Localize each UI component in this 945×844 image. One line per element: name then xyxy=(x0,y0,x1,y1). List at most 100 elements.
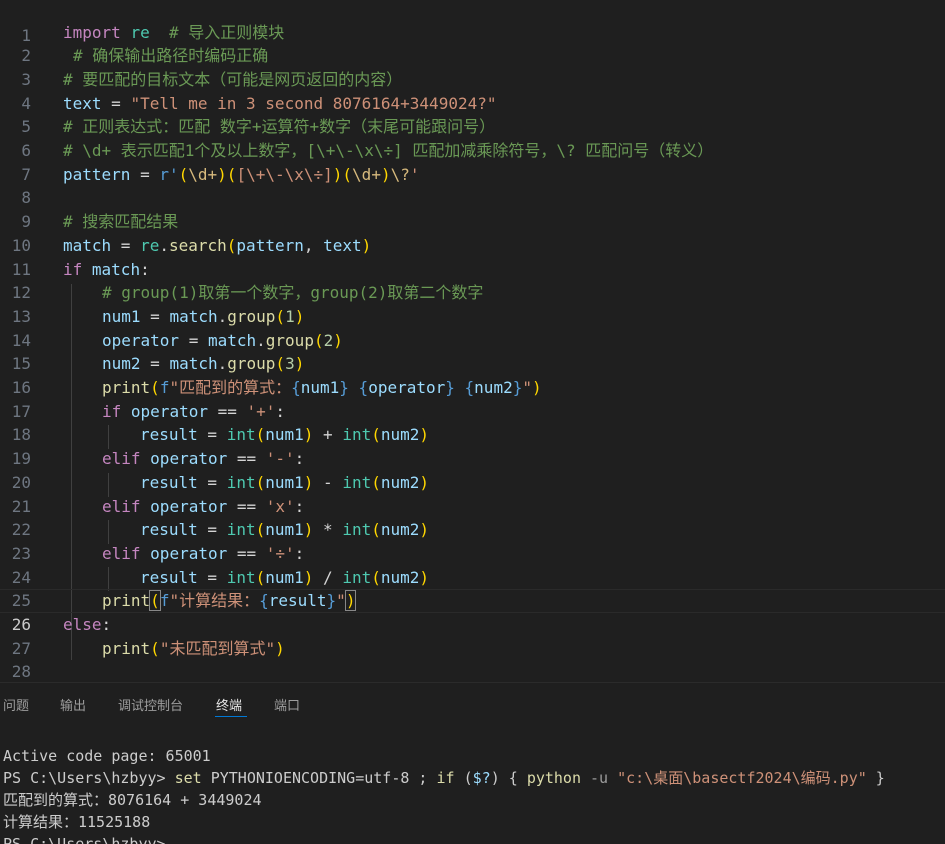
code-line[interactable]: 10 # 搜索匹配结果 xyxy=(0,210,945,255)
variable: num2 xyxy=(380,472,420,492)
terminal-prompt: PS C:\Users\hzbyy> xyxy=(3,769,175,787)
operator-token: : xyxy=(101,615,112,634)
code-line[interactable]: 7 # \d+ 表示匹配1个及以上数字，[\+\-\x\÷] 匹配加减乘除符号，… xyxy=(0,139,945,184)
operator-token: = xyxy=(197,425,227,445)
tab-terminal[interactable]: 终端 xyxy=(216,695,242,714)
code-line[interactable]: 25 result = int(num1) / int(num2) xyxy=(0,566,945,611)
regex-group: ( xyxy=(342,164,353,184)
tab-problems[interactable]: 问题 xyxy=(3,695,29,714)
variable: match xyxy=(207,330,257,350)
regex-group: ) xyxy=(217,164,227,184)
variable: pattern xyxy=(63,164,131,184)
builtin: int xyxy=(342,425,372,445)
code-line[interactable]: 21 result = int(num1) - int(num2) xyxy=(0,471,945,516)
terminal-prompt: PS C:\Users\hzbyy> xyxy=(3,835,166,844)
command: set xyxy=(174,769,202,787)
active-tab-indicator xyxy=(215,716,247,717)
string-literal: ' xyxy=(409,164,420,184)
comment: # 确保输出路径时编码正确 xyxy=(73,46,269,66)
operator-token: : xyxy=(294,543,305,563)
variable: num1 xyxy=(300,378,340,397)
regex-escape: \? xyxy=(390,164,410,184)
string-literal: "Tell me in 3 second 8076164+3449024?" xyxy=(130,93,497,113)
variable: result xyxy=(140,567,198,587)
code-line[interactable]: 20 elif operator == '-': xyxy=(0,447,945,492)
operator-token: * xyxy=(313,520,343,540)
terminal-output: 匹配到的算式：8076164 + 3449024 xyxy=(3,791,262,809)
operator-token: . xyxy=(159,235,169,255)
operator-token: = xyxy=(140,354,170,374)
operator-token: - xyxy=(313,472,343,492)
code-line[interactable]: 9 xyxy=(0,186,945,231)
variable: result xyxy=(140,472,198,492)
bracket-match: ( xyxy=(149,590,161,612)
operator-token: == xyxy=(207,401,247,421)
operator-token: == xyxy=(227,496,266,516)
code-line[interactable]: 24 elif operator == '÷': xyxy=(0,542,945,587)
function-name: print xyxy=(102,638,151,658)
keyword: if xyxy=(63,259,83,279)
bracket: ( xyxy=(226,235,237,255)
code-line[interactable]: 22 elif operator == 'x': xyxy=(0,495,945,540)
code-line[interactable]: 3 # 确保输出路径时编码正确 xyxy=(0,44,945,89)
terminal-line: Active code page: 65001 xyxy=(3,747,211,765)
terminal-command-line: PS C:\Users\hzbyy> set PYTHONIOENCODING=… xyxy=(3,767,885,789)
string-literal: "未匹配到算式" xyxy=(159,638,276,658)
module-name: re xyxy=(140,235,160,255)
code-line[interactable]: 8 pattern = r'(\d+)([\+\-\x\÷])(\d+)\?' xyxy=(0,163,945,208)
variable: num1 xyxy=(102,306,141,326)
code-line[interactable]: 23 result = int(num1) * int(num2) xyxy=(0,518,945,563)
string-literal: '÷' xyxy=(265,543,295,563)
number-literal: 1 xyxy=(285,306,295,326)
command-path: "c:\桌面\basectf2024\编码.py" xyxy=(617,769,867,787)
function-name: group xyxy=(227,354,276,374)
builtin: int xyxy=(342,567,372,587)
tab-debug-console[interactable]: 调试控制台 xyxy=(118,695,183,714)
variable: num1 xyxy=(265,520,304,540)
keyword: else xyxy=(63,615,102,634)
operator-token: : xyxy=(294,496,305,516)
tab-output[interactable]: 输出 xyxy=(60,695,86,714)
operator-token: = xyxy=(111,235,141,255)
code-line[interactable]: 19 result = int(num1) + int(num2) xyxy=(0,423,945,468)
code-line[interactable]: 4 # 要匹配的目标文本（可能是网页返回的内容） xyxy=(0,68,945,113)
tab-ports[interactable]: 端口 xyxy=(274,695,300,714)
code-line[interactable]: 5 text = "Tell me in 3 second 8076164+34… xyxy=(0,92,945,137)
code-line[interactable]: 28 print("未匹配到算式") xyxy=(0,637,945,682)
code-line-current[interactable]: 26 print(f"计算结果：{result}") xyxy=(0,589,945,634)
raw-string-prefix: r' xyxy=(159,164,179,184)
operator-token: = xyxy=(140,306,170,326)
function-name: group xyxy=(265,330,314,350)
code-line[interactable]: 17 print(f"匹配到的算式：{num1} {operator} {num… xyxy=(0,376,945,421)
code-line[interactable]: 6 # 正则表达式：匹配 数字+运算符+数字（末尾可能跟问号） xyxy=(0,115,945,160)
code-line[interactable]: 16 num2 = match.group(3) xyxy=(0,352,945,397)
terminal[interactable]: Active code page: 65001 PS C:\Users\hzby… xyxy=(0,723,945,844)
variable: match xyxy=(63,235,112,255)
code-line[interactable]: 14 num1 = match.group(1) xyxy=(0,305,945,350)
code-line[interactable]: 13 # group(1)取第一个数字，group(2)取第二个数字 xyxy=(0,281,945,326)
fstring-prefix: f xyxy=(159,591,170,611)
line-number: 28 xyxy=(11,662,31,682)
command-token: ) { xyxy=(490,769,527,787)
builtin: int xyxy=(226,520,256,540)
fstring-prefix: f xyxy=(159,378,170,397)
bracket-match: ) xyxy=(344,590,357,612)
builtin: int xyxy=(226,567,256,587)
code-editor[interactable]: 1 2 import re # 导入正则模块 3 # 确保输出路径时编码正确 4… xyxy=(0,0,945,682)
string-literal: " xyxy=(522,378,532,397)
variable: result xyxy=(140,425,198,445)
comment: # 要匹配的目标文本（可能是网页返回的内容） xyxy=(63,69,403,89)
code-line[interactable]: 15 operator = match.group(2) xyxy=(0,329,945,374)
code-line[interactable]: 18 if operator == '+': xyxy=(0,400,945,445)
variable: result xyxy=(140,520,198,540)
code-line[interactable]: 27 else: xyxy=(0,613,945,658)
variable: operator xyxy=(368,378,446,397)
number-literal: 2 xyxy=(323,330,334,350)
code-line[interactable]: 2 import re # 导入正则模块 xyxy=(0,21,945,66)
variable: num2 xyxy=(380,425,420,445)
code-line[interactable]: 11 match = re.search(pattern, text) xyxy=(0,234,945,279)
panel-tabs: 问题 输出 调试控制台 终端 端口 xyxy=(0,683,945,723)
string-literal: '+' xyxy=(246,401,276,421)
operator-token: == xyxy=(227,449,266,469)
code-line[interactable]: 12 if match: xyxy=(0,258,945,303)
